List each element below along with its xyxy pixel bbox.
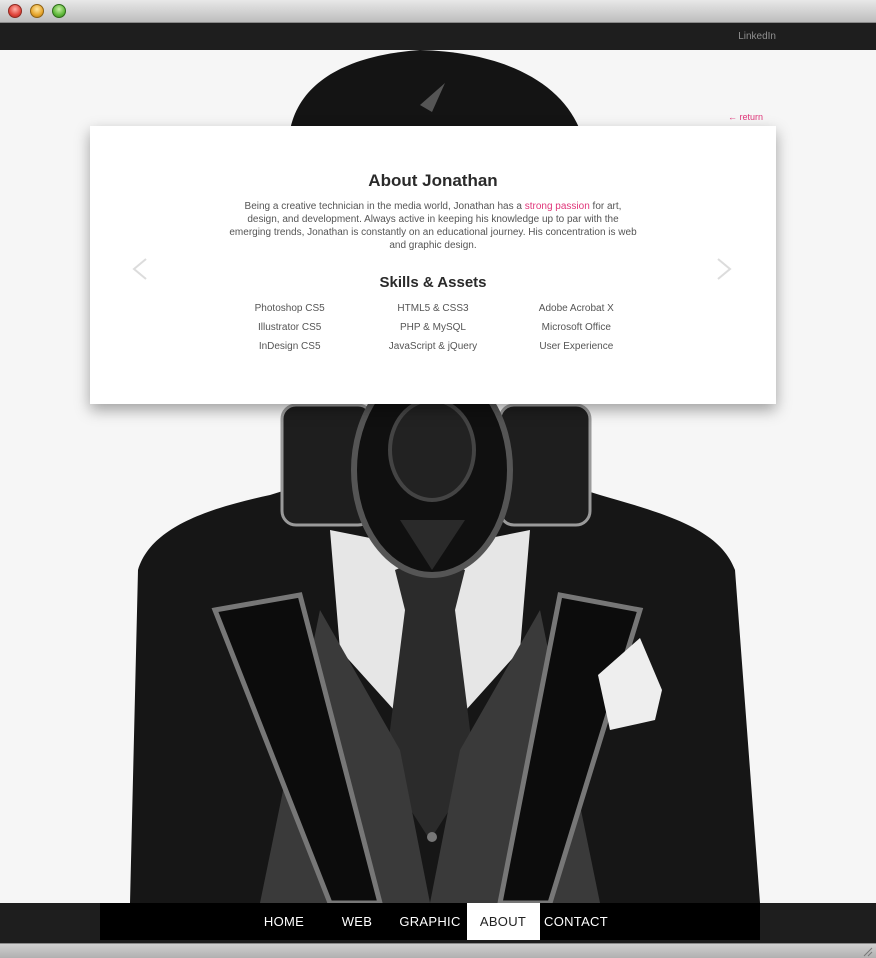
about-card: About Jonathan Being a creative technici…	[90, 126, 776, 404]
window-status-bar	[0, 943, 876, 958]
about-title: About Jonathan	[368, 171, 498, 190]
nav-graphic[interactable]: GRAPHIC	[394, 903, 467, 940]
skill-item: PHP & MySQL	[400, 322, 466, 333]
nav-home[interactable]: HOME	[248, 903, 321, 940]
zoom-window-button[interactable]	[52, 4, 66, 18]
skill-item: Illustrator CS5	[257, 322, 322, 333]
skill-item: InDesign CS5	[258, 341, 321, 352]
skill-item: Microsoft Office	[541, 322, 611, 333]
skill-item: JavaScript & jQuery	[388, 341, 478, 352]
resize-grip-icon[interactable]	[861, 945, 873, 957]
close-window-button[interactable]	[8, 4, 22, 18]
intro-text-start: Being a creative technician in the media…	[244, 201, 525, 212]
main-nav: HOME WEB GRAPHIC ABOUT CONTACT	[100, 903, 760, 940]
skill-item: Photoshop CS5	[254, 303, 325, 314]
bottom-bar: HOME WEB GRAPHIC ABOUT CONTACT	[0, 903, 876, 943]
skill-item: HTML5 & CSS3	[397, 303, 469, 314]
nav-about[interactable]: ABOUT	[466, 903, 540, 940]
about-intro: Being a creative technician in the media…	[228, 200, 638, 252]
intro-highlight: strong passion	[524, 201, 590, 212]
skills-grid: Photoshop CS5 HTML5 & CSS3 Adobe Acrobat…	[218, 302, 648, 354]
window-title-bar	[0, 0, 876, 23]
nav-contact[interactable]: CONTACT	[540, 903, 613, 940]
web-page: LinkedIn ← return About Jonathan Being a…	[0, 23, 876, 943]
skill-item: Adobe Acrobat X	[538, 303, 614, 314]
minimize-window-button[interactable]	[30, 4, 44, 18]
nav-web[interactable]: WEB	[321, 903, 394, 940]
skill-item: User Experience	[539, 341, 614, 352]
skills-title: Skills & Assets	[379, 274, 487, 291]
linkedin-link[interactable]: LinkedIn	[738, 31, 776, 42]
return-link[interactable]: ← return	[728, 112, 763, 122]
top-bar: LinkedIn	[0, 23, 876, 50]
